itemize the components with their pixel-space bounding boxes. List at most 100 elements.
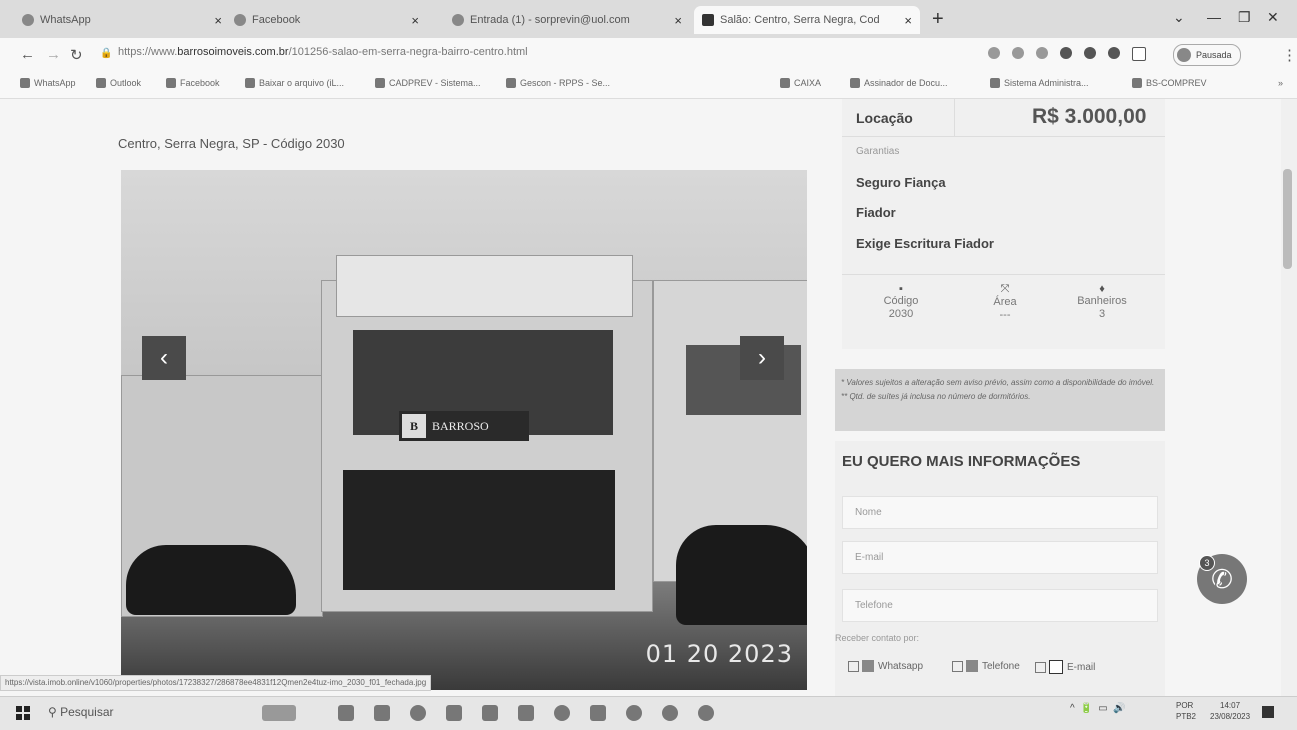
notification-icon[interactable] bbox=[1262, 706, 1274, 718]
cadprev-icon bbox=[375, 78, 385, 88]
clock[interactable]: 14:07 23/08/2023 bbox=[1210, 700, 1250, 722]
close-tab-icon[interactable]: × bbox=[206, 13, 222, 28]
tab-email[interactable]: Entrada (1) - sorprevin@uol.com × bbox=[452, 6, 682, 34]
edge-icon[interactable] bbox=[410, 705, 426, 721]
stat-value: 3 bbox=[1098, 308, 1106, 320]
tab-listing[interactable]: Salão: Centro, Serra Negra, Cod × bbox=[694, 6, 920, 34]
file-explorer-icon[interactable] bbox=[374, 705, 390, 721]
parked-car-right bbox=[676, 525, 807, 625]
checkbox[interactable] bbox=[952, 660, 963, 672]
stat-label: Área bbox=[993, 296, 1017, 308]
bookmark-item[interactable]: CAIXA bbox=[780, 78, 821, 88]
sign-text: BARROSO bbox=[432, 418, 489, 433]
bookmark-item[interactable]: Sistema Administra... bbox=[990, 78, 1089, 88]
mail-favicon-icon bbox=[452, 14, 464, 26]
clock-date: 23/08/2023 bbox=[1210, 712, 1251, 721]
photo-prev-button[interactable]: ‹ bbox=[142, 336, 186, 380]
more-bookmarks-icon[interactable]: » bbox=[1278, 78, 1283, 88]
app-icon[interactable] bbox=[554, 705, 570, 721]
url-domain: barrosoimoveis.com.br bbox=[177, 46, 289, 58]
chrome-icon[interactable] bbox=[698, 705, 714, 721]
language-indicator[interactable]: POR PTB2 bbox=[1176, 700, 1196, 722]
task-view-icon[interactable] bbox=[338, 705, 354, 721]
option-label: Telefone bbox=[982, 660, 1020, 672]
bookmark-item[interactable]: Gescon - RPPS - Se... bbox=[506, 78, 610, 88]
extension-icon[interactable] bbox=[1084, 47, 1096, 59]
gescon-icon bbox=[506, 78, 516, 88]
email-field[interactable]: E-mail bbox=[842, 541, 1158, 574]
property-stats: ▪ Código 2030 ⤧ Área --- ♦ Banheiros 3 bbox=[842, 274, 1165, 350]
stat-area: ⤧ Área --- bbox=[960, 283, 1050, 321]
maximize-icon[interactable]: ❐ bbox=[1238, 9, 1251, 26]
bookmark-star-icon[interactable] bbox=[1036, 47, 1048, 59]
bookmark-label: Assinador de Docu... bbox=[864, 78, 948, 88]
taskbar-search[interactable]: ⚲ Pesquisar bbox=[48, 705, 114, 719]
property-location: Centro, Serra Negra, SP - Código 2030 bbox=[118, 136, 345, 151]
photo-next-button[interactable]: › bbox=[740, 336, 784, 380]
new-tab-button[interactable]: + bbox=[932, 8, 944, 31]
bookmark-label: Facebook bbox=[180, 78, 220, 88]
app-icon[interactable] bbox=[590, 705, 606, 721]
profile-button[interactable]: Pausada bbox=[1173, 44, 1241, 66]
close-tab-icon[interactable]: × bbox=[666, 13, 682, 28]
sidebar-icon[interactable] bbox=[1132, 47, 1146, 61]
app-icon[interactable] bbox=[446, 705, 462, 721]
checkbox[interactable] bbox=[848, 660, 859, 672]
bear-widget-icon[interactable] bbox=[262, 705, 296, 721]
keyboard-layout: PTB2 bbox=[1176, 712, 1197, 721]
divider bbox=[954, 99, 955, 136]
app-icon[interactable] bbox=[626, 705, 642, 721]
search-label: Pesquisar bbox=[60, 705, 114, 719]
bookmark-item[interactable]: BS-COMPREV bbox=[1132, 78, 1207, 88]
lang-code: POR bbox=[1176, 701, 1194, 710]
close-window-icon[interactable]: ✕ bbox=[1267, 9, 1279, 26]
option-whatsapp[interactable]: Whatsapp bbox=[848, 660, 923, 672]
bookmark-item[interactable]: Outlook bbox=[96, 78, 141, 88]
option-phone[interactable]: Telefone bbox=[952, 660, 1020, 672]
forward-icon[interactable]: → bbox=[46, 46, 61, 63]
tab-whatsapp[interactable]: WhatsApp × bbox=[22, 6, 222, 34]
share-icon[interactable] bbox=[1012, 47, 1024, 59]
guarantee-item: Fiador bbox=[856, 205, 896, 220]
bookmark-item[interactable]: CADPREV - Sistema... bbox=[375, 78, 481, 88]
close-tab-icon[interactable]: × bbox=[403, 13, 419, 28]
form-title: EU QUERO MAIS INFORMAÇÕES bbox=[842, 453, 1081, 470]
tab-search-icon[interactable]: ⌄ bbox=[1173, 9, 1185, 26]
phone-field[interactable]: Telefone bbox=[842, 589, 1158, 622]
bookmark-item[interactable]: Facebook bbox=[166, 78, 220, 88]
app-icon[interactable] bbox=[482, 705, 498, 721]
browser-tab-bar: WhatsApp × Facebook × Entrada (1) - sorp… bbox=[0, 0, 1297, 38]
bookmark-item[interactable]: WhatsApp bbox=[20, 78, 76, 88]
option-email[interactable]: E-mail bbox=[1035, 660, 1095, 674]
phone-icon bbox=[966, 660, 978, 672]
chat-badge: 3 bbox=[1199, 555, 1215, 571]
url-field[interactable]: https://www.barrosoimoveis.com.br/101256… bbox=[118, 46, 528, 58]
contact-form: EU QUERO MAIS INFORMAÇÕES Nome E-mail Te… bbox=[835, 441, 1165, 696]
reload-icon[interactable]: ↻ bbox=[70, 46, 83, 64]
puzzle-icon[interactable] bbox=[1108, 47, 1120, 59]
extension-icon[interactable] bbox=[1060, 47, 1072, 59]
property-photo[interactable]: B BARROSO 01 20 2023 bbox=[121, 170, 807, 690]
close-tab-icon[interactable]: × bbox=[896, 13, 912, 28]
tab-facebook[interactable]: Facebook × bbox=[234, 6, 419, 34]
menu-icon[interactable]: ⋮ bbox=[1282, 46, 1297, 64]
scrollbar-thumb[interactable] bbox=[1283, 169, 1292, 269]
caixa-icon bbox=[780, 78, 790, 88]
page-content: Centro, Serra Negra, SP - Código 2030 BB… bbox=[0, 99, 1297, 696]
system-tray[interactable]: ^ 🔋 ▭ 🔊 bbox=[1070, 703, 1126, 714]
link-status-url: https://vista.imob.online/v1060/properti… bbox=[0, 675, 432, 691]
lock-icon[interactable]: 🔒 bbox=[100, 48, 112, 59]
app-icon[interactable] bbox=[518, 705, 534, 721]
bookmark-item[interactable]: Baixar o arquivo (iL... bbox=[245, 78, 344, 88]
name-field[interactable]: Nome bbox=[842, 496, 1158, 529]
price-card: Locação R$ 3.000,00 Garantias Seguro Fia… bbox=[842, 99, 1165, 349]
google-icon[interactable] bbox=[988, 47, 1000, 59]
checkbox[interactable] bbox=[1035, 661, 1046, 673]
app-icon[interactable] bbox=[662, 705, 678, 721]
minimize-icon[interactable]: — bbox=[1207, 9, 1221, 25]
windows-start-icon[interactable] bbox=[16, 706, 30, 720]
clock-time: 14:07 bbox=[1220, 701, 1241, 710]
facebook-icon bbox=[166, 78, 176, 88]
back-icon[interactable]: ← bbox=[20, 46, 35, 63]
bookmark-item[interactable]: Assinador de Docu... bbox=[850, 78, 948, 88]
